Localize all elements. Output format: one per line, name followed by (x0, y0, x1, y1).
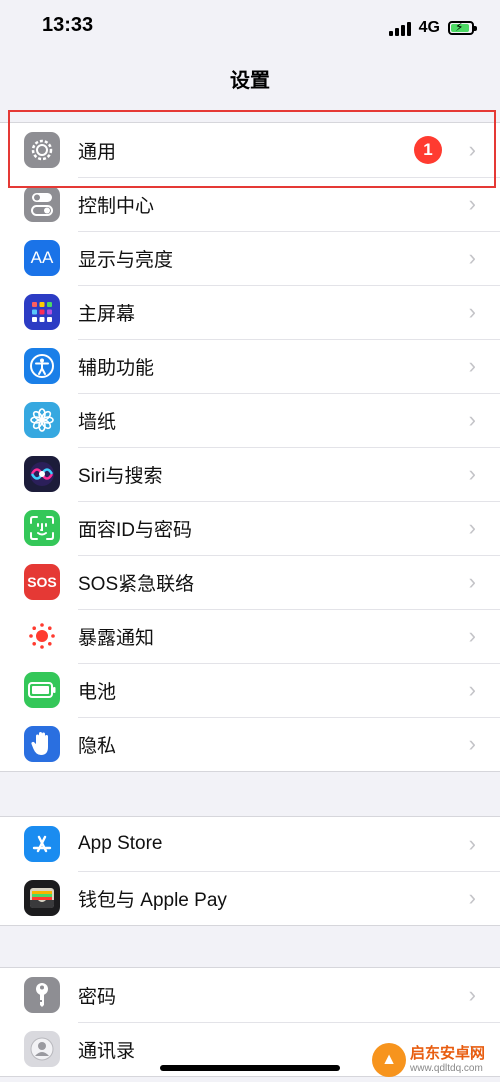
battery-charging-icon: ⚡ (448, 20, 477, 35)
watermark-name: 启东安卓网 (410, 1045, 486, 1063)
row-label: 密码 (78, 986, 117, 1008)
settings-row-display[interactable]: AA 显示与亮度 › (0, 231, 500, 285)
toggle-icon (24, 186, 60, 222)
row-label: Siri与搜索 (78, 466, 163, 487)
row-label: App Store (78, 833, 163, 854)
chevron-right-icon: › (468, 731, 476, 756)
settings-row-accessibility[interactable]: 辅助功能 › (0, 339, 500, 393)
sos-icon: SOS (24, 564, 60, 600)
row-label: 通讯录 (78, 1041, 136, 1062)
chevron-right-icon: › (468, 885, 476, 910)
row-label: 暴露通知 (78, 628, 155, 649)
settings-row-sos[interactable]: SOS SOS紧急联络 › (0, 555, 500, 609)
settings-row-battery[interactable]: 电池 › (0, 663, 500, 717)
settings-row-face-id[interactable]: 面容ID与密码 › (0, 501, 500, 555)
accessibility-icon (24, 348, 60, 384)
chevron-right-icon: › (468, 461, 476, 486)
row-label: 电池 (78, 682, 117, 703)
settings-row-privacy[interactable]: 隐私 › (0, 717, 500, 771)
settings-row-wallet[interactable]: 钱包与 Apple Pay › (0, 871, 500, 925)
row-label: 辅助功能 (78, 358, 155, 379)
chevron-right-icon: › (468, 245, 476, 270)
settings-row-passwords[interactable]: 密码 › (0, 968, 500, 1022)
hand-icon (24, 726, 60, 762)
row-label: 墙纸 (78, 412, 117, 433)
settings-row-home-screen[interactable]: 主屏幕 › (0, 285, 500, 339)
settings-row-app-store[interactable]: App Store › (0, 817, 500, 871)
chevron-right-icon: › (468, 353, 476, 378)
chevron-right-icon: › (468, 515, 476, 540)
settings-group-main: 通用 1 › 控制中心 › AA 显示与亮度 › 主屏幕 › 辅助功能 › 墙纸… (0, 122, 500, 772)
status-indicators: 4G ⚡ (388, 16, 477, 40)
home-indicator[interactable] (160, 1065, 340, 1071)
face-id-icon (24, 510, 60, 546)
watermark: ▲ 启东安卓网 www.qdltdq.com (372, 1040, 485, 1080)
siri-icon (24, 456, 60, 492)
row-label: 隐私 (78, 736, 117, 757)
row-label: 面容ID与密码 (78, 520, 193, 541)
status-bar: 13:33 4G ⚡ (0, 0, 500, 56)
chevron-right-icon: › (468, 299, 476, 324)
chevron-right-icon: › (468, 982, 476, 1007)
key-icon (24, 977, 60, 1013)
text-size-icon: AA (24, 240, 60, 276)
watermark-logo-icon: ▲ (372, 1043, 406, 1077)
row-label: 主屏幕 (78, 304, 136, 325)
chevron-right-icon: › (468, 831, 476, 856)
settings-row-exposure[interactable]: 暴露通知 › (0, 609, 500, 663)
chevron-right-icon: › (468, 677, 476, 702)
row-label: 控制中心 (78, 196, 155, 217)
watermark-url: www.qdltdq.com (410, 1062, 483, 1074)
settings-group-store: App Store › 钱包与 Apple Pay › (0, 816, 500, 926)
chevron-right-icon: › (468, 623, 476, 648)
settings-row-wallpaper[interactable]: 墙纸 › (0, 393, 500, 447)
app-store-icon (24, 826, 60, 862)
row-label: SOS紧急联络 (78, 574, 195, 595)
settings-row-siri[interactable]: Siri与搜索 › (0, 447, 500, 501)
flower-icon (24, 402, 60, 438)
status-time: 13:33 (42, 14, 94, 36)
cellular-signal-icon (388, 20, 411, 36)
chevron-right-icon: › (468, 407, 476, 432)
exposure-icon (24, 618, 60, 654)
row-label: 显示与亮度 (78, 250, 174, 271)
wallet-icon (24, 880, 60, 916)
page-title: 设置 (230, 70, 270, 92)
highlight-box (8, 110, 496, 188)
chevron-right-icon: › (468, 569, 476, 594)
home-grid-icon (24, 294, 60, 330)
contacts-icon (24, 1031, 60, 1067)
network-type: 4G (418, 19, 440, 36)
row-label: 钱包与 Apple Pay (78, 890, 227, 911)
battery-icon (24, 672, 60, 708)
